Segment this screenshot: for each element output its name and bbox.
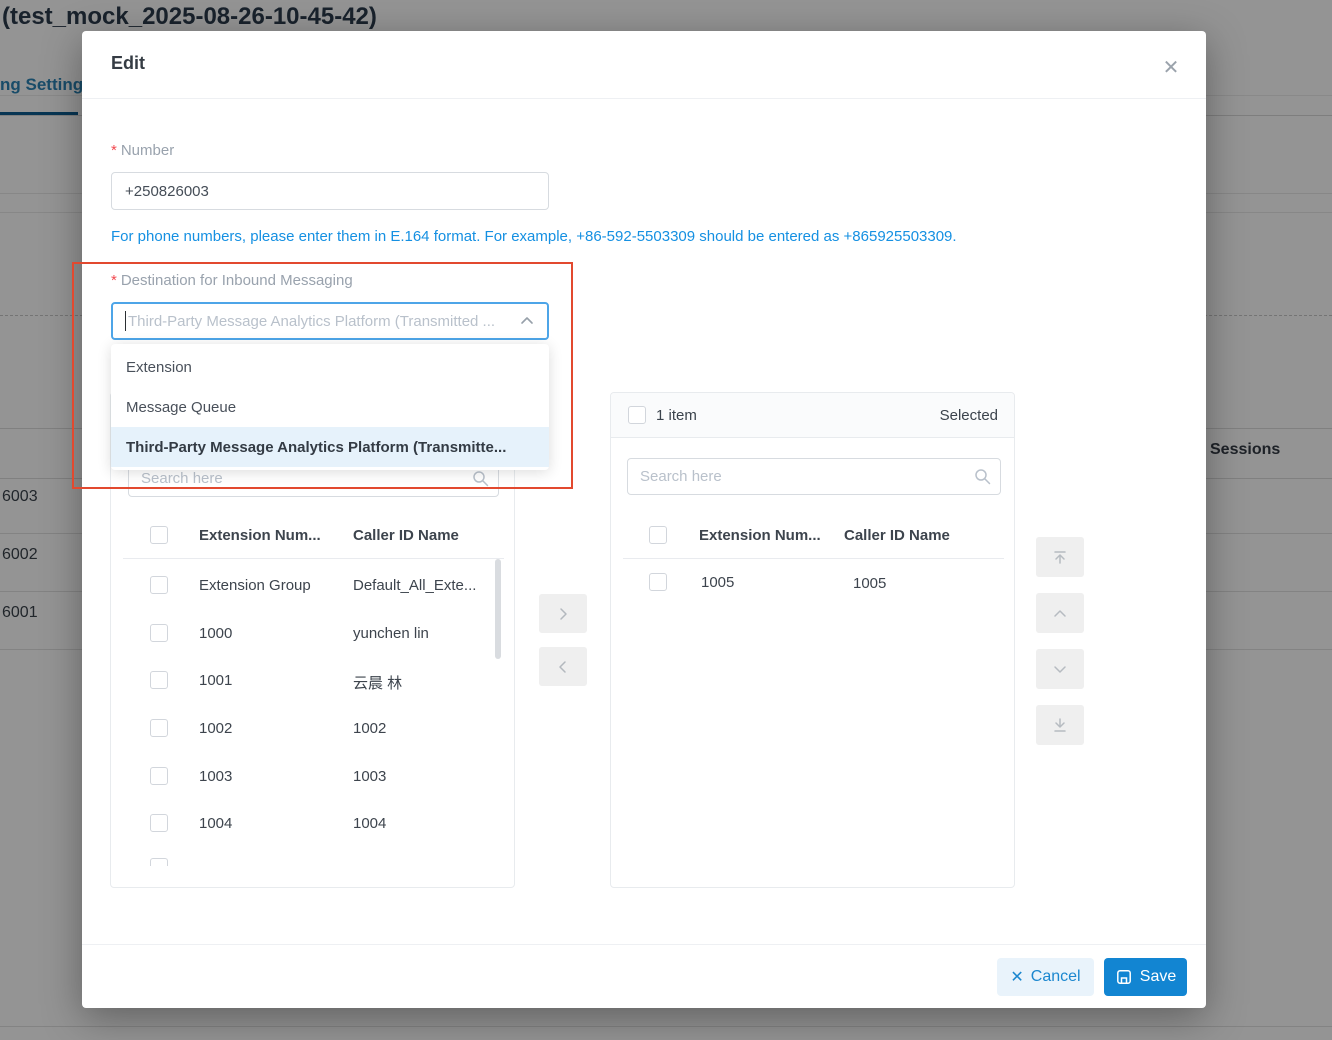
save-button-label: Save — [1140, 968, 1176, 986]
chevron-right-icon — [553, 604, 573, 624]
number-label: *Number — [111, 142, 174, 159]
row-checkbox[interactable] — [150, 767, 168, 785]
required-mark: * — [111, 142, 117, 159]
dialog-title: Edit — [111, 53, 145, 74]
selected-panel-header: 1 item Selected — [611, 393, 1014, 438]
row-checkbox[interactable] — [649, 573, 667, 591]
dropdown-option-extension[interactable]: Extension — [111, 347, 549, 387]
column-header-caller-id-name: Caller ID Name — [353, 527, 459, 544]
move-down-button[interactable] — [1036, 649, 1084, 689]
select-all-checkbox[interactable] — [150, 526, 168, 544]
number-input[interactable] — [111, 172, 549, 210]
save-icon — [1115, 968, 1133, 986]
cell-extension-number: Extension Group — [199, 577, 311, 594]
cell-extension-number: 1003 — [199, 768, 232, 785]
cell-caller-id: 云晨 林 — [353, 672, 402, 693]
divider — [82, 944, 1206, 945]
close-icon[interactable]: ✕ — [1155, 51, 1187, 83]
row-checkbox[interactable] — [150, 624, 168, 642]
dropdown-option-message-queue[interactable]: Message Queue — [111, 387, 549, 427]
cell-extension-number: 1001 — [199, 672, 232, 689]
cell-caller-id: 1002 — [353, 720, 386, 737]
search-icon — [472, 470, 489, 487]
chevron-left-icon — [553, 657, 573, 677]
cell-caller-id: 1003 — [353, 768, 386, 785]
destination-select[interactable]: Third-Party Message Analytics Platform (… — [111, 302, 549, 340]
move-up-button[interactable] — [1036, 593, 1084, 633]
search-icon — [974, 468, 991, 485]
cell-extension-number: 1000 — [199, 625, 232, 642]
text-cursor — [125, 311, 126, 331]
save-button[interactable]: Save — [1104, 958, 1187, 996]
cell-caller-id: Default_All_Exte... — [353, 577, 476, 594]
dropdown-option-third-party[interactable]: Third-Party Message Analytics Platform (… — [111, 427, 549, 467]
required-mark: * — [111, 272, 117, 289]
divider — [123, 558, 504, 559]
cell-caller-id: 1004 — [353, 815, 386, 832]
selected-extensions-panel: 1 item Selected Extension Num... Caller … — [610, 392, 1015, 888]
move-to-top-button[interactable] — [1036, 537, 1084, 577]
cell-extension-number: 1004 — [199, 815, 232, 832]
cancel-button[interactable]: ✕ Cancel — [997, 958, 1094, 996]
destination-dropdown: Extension Message Queue Third-Party Mess… — [111, 344, 549, 470]
selected-count: 1 item — [656, 407, 697, 424]
move-to-bottom-icon — [1051, 716, 1069, 734]
cell-extension-number: 1005 — [701, 574, 734, 591]
cell-extension-number: 1002 — [199, 720, 232, 737]
right-search — [627, 458, 1001, 495]
cancel-x-icon: ✕ — [1010, 967, 1023, 987]
divider — [82, 98, 1206, 99]
select-all-checkbox[interactable] — [649, 526, 667, 544]
row-checkbox[interactable] — [150, 576, 168, 594]
divider — [623, 558, 1004, 559]
move-to-top-icon — [1051, 548, 1069, 566]
cell-caller-id: 1005 — [853, 575, 886, 592]
edit-dialog: Edit ✕ *Number For phone numbers, please… — [82, 31, 1206, 1008]
destination-label: *Destination for Inbound Messaging — [111, 272, 353, 289]
row-checkbox-partial[interactable] — [150, 858, 168, 866]
cancel-button-label: Cancel — [1031, 968, 1081, 986]
selected-label: Selected — [940, 407, 998, 424]
row-checkbox[interactable] — [150, 719, 168, 737]
screen: (test_mock_2025-08-26-10-45-42) ng Setti… — [0, 0, 1332, 1040]
chevron-down-icon — [1051, 660, 1069, 678]
chevron-up-icon — [519, 313, 535, 329]
move-to-bottom-button[interactable] — [1036, 705, 1084, 745]
move-right-button[interactable] — [539, 594, 587, 633]
column-header-caller-id-name: Caller ID Name — [844, 527, 950, 544]
select-all-selected-checkbox[interactable] — [628, 406, 646, 424]
column-header-extension-number: Extension Num... — [699, 527, 821, 544]
row-checkbox[interactable] — [150, 814, 168, 832]
right-search-input[interactable] — [627, 458, 1001, 495]
chevron-up-icon — [1051, 604, 1069, 622]
cell-caller-id: yunchen lin — [353, 625, 429, 642]
e164-help-text: For phone numbers, please enter them in … — [111, 228, 957, 245]
move-left-button[interactable] — [539, 647, 587, 686]
column-header-extension-number: Extension Num... — [199, 527, 321, 544]
row-checkbox[interactable] — [150, 671, 168, 689]
scrollbar-thumb[interactable] — [495, 559, 501, 659]
destination-select-placeholder: Third-Party Message Analytics Platform (… — [128, 313, 513, 330]
